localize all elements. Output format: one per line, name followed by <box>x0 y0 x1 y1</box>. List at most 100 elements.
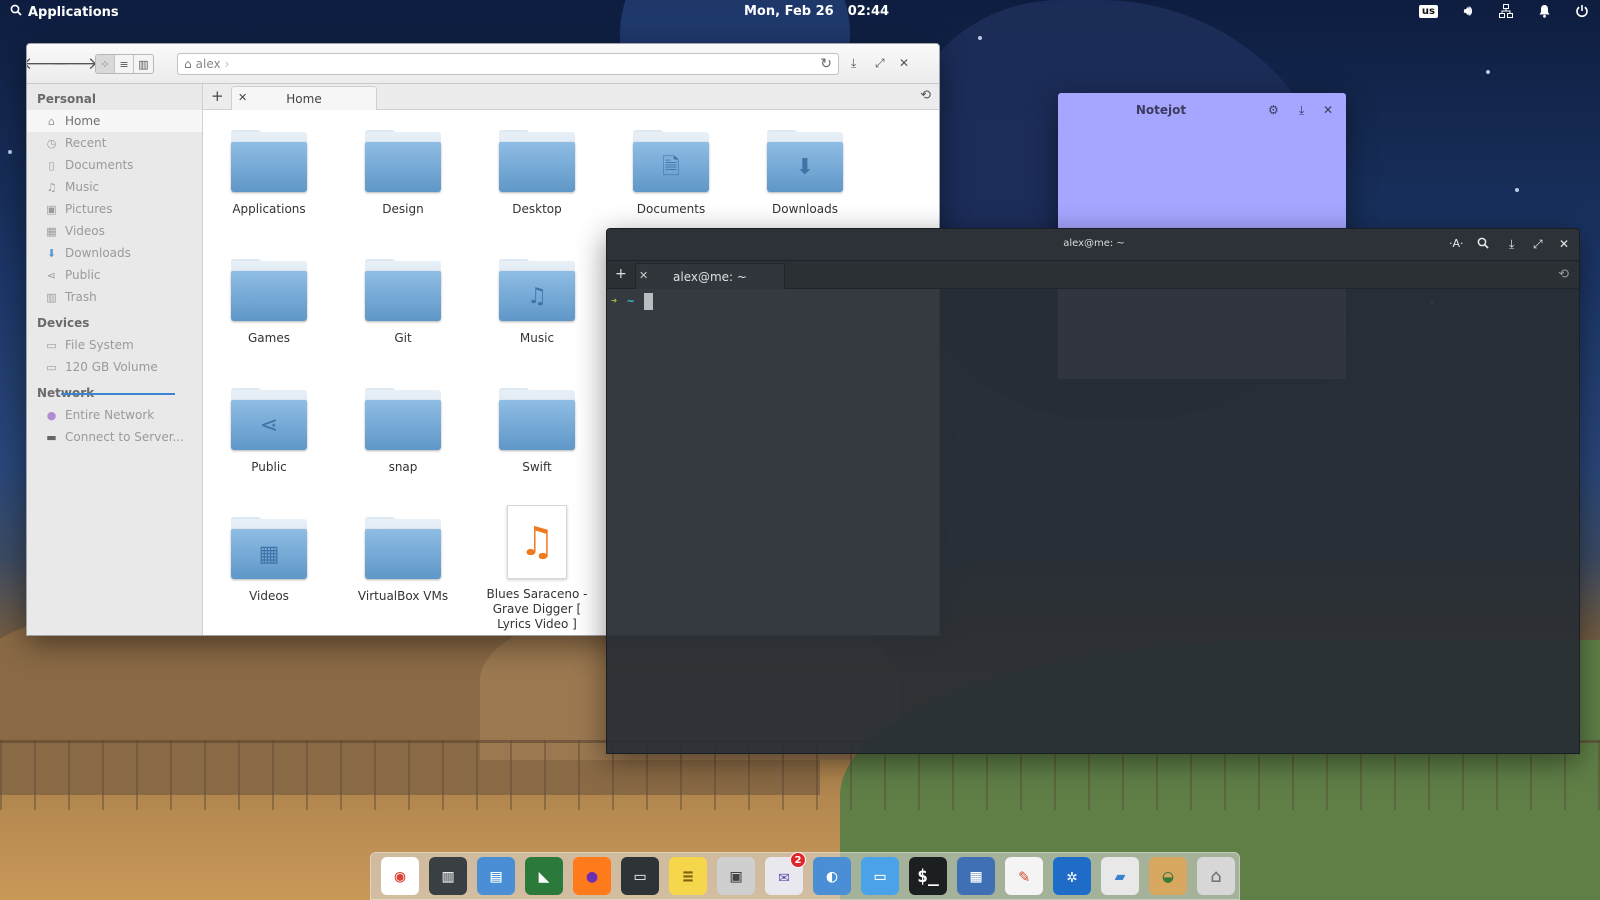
volume-icon[interactable]: 🔊︎ <box>1460 3 1476 19</box>
dock-item-photos[interactable]: ◒ <box>1149 857 1187 895</box>
close-icon[interactable]: ✕ <box>1559 237 1569 251</box>
folder-item[interactable]: ⬇ Downloads <box>745 130 865 217</box>
maximize-icon[interactable]: ⤢ <box>1533 237 1543 252</box>
dock-item-firefox[interactable]: ● <box>573 857 611 895</box>
minimize-icon[interactable]: ⤓ <box>1299 103 1304 118</box>
grid-view-icon[interactable]: ⁘ <box>96 55 115 73</box>
terminal-output[interactable]: ➜ ~ <box>607 289 1579 313</box>
dock-item-screenshot[interactable]: ▭ <box>621 857 659 895</box>
folder-item[interactable]: Games <box>209 259 329 346</box>
location-pathbar[interactable]: ⌂ alex › ↻ <box>177 53 839 75</box>
folder-item[interactable]: Design <box>343 130 463 217</box>
sidebar-item-documents[interactable]: ▯ Documents <box>27 154 202 176</box>
close-tab-icon[interactable]: ✕ <box>238 91 247 104</box>
desktop-icon: ▭ <box>874 865 886 887</box>
dock-item-mail[interactable]: ✉ 2 <box>765 852 806 895</box>
history-icon[interactable]: ⟲ <box>1558 267 1569 282</box>
dock-item-notes[interactable]: ≡ <box>669 857 707 895</box>
sidebar-item-trash[interactable]: ▥ Trash <box>27 286 202 308</box>
folder-item[interactable]: ▦ Videos <box>209 517 329 604</box>
gear-icon[interactable]: ⚙ <box>1268 103 1279 117</box>
file-item[interactable]: ♫ Blues Saraceno - Grave Digger [ Lyrics… <box>477 505 597 632</box>
sidebar-item-music[interactable]: ♫ Music <box>27 176 202 198</box>
maximize-icon[interactable]: ⤢ <box>875 56 885 71</box>
date-label: Mon, Feb 26 <box>744 4 834 19</box>
close-tab-icon[interactable]: ✕ <box>639 269 648 282</box>
search-icon[interactable] <box>1477 237 1489 252</box>
dock-item-home-folder[interactable]: ⌂ <box>1197 857 1235 895</box>
applications-menu[interactable]: Applications <box>10 4 119 20</box>
close-icon[interactable]: ✕ <box>1323 103 1333 117</box>
sidebar-item-pictures[interactable]: ▣ Pictures <box>27 198 202 220</box>
home-icon: ⌂ <box>48 114 55 128</box>
folder-item[interactable]: ⋖ Public <box>209 388 329 475</box>
trash-icon: ▥ <box>46 290 57 304</box>
dock-item-terminal[interactable]: $_ <box>909 857 947 895</box>
tab-terminal[interactable]: ✕ alex@me: ~ <box>635 263 785 289</box>
folder-item[interactable]: Swift <box>477 388 597 475</box>
tab-label: Home <box>286 91 322 106</box>
switchboard-icon: ◐ <box>826 865 838 887</box>
keyboard-layout-indicator[interactable]: us <box>1418 4 1438 18</box>
sidebar-item-entire-network[interactable]: ● Entire Network <box>27 404 202 426</box>
dock-item-file-cabinet[interactable]: ▤ <box>477 857 515 895</box>
sidebar-item-downloads[interactable]: ⬇ Downloads <box>27 242 202 264</box>
file-manager-tabbar: + ✕ Home ⟲ <box>203 84 939 110</box>
folder-item[interactable]: 🗎 Documents <box>611 130 731 217</box>
minimize-icon[interactable]: ⤓ <box>851 56 856 71</box>
close-icon[interactable]: ✕ <box>899 56 909 70</box>
sidebar-item-label: File System <box>65 338 134 352</box>
dock-item-chrome[interactable]: ◉ <box>381 857 419 895</box>
firefox-icon: ● <box>586 865 598 887</box>
folder-item[interactable]: Desktop <box>477 130 597 217</box>
sidebar-item-recent[interactable]: ◷ Recent <box>27 132 202 154</box>
dock-item-file-compare[interactable]: ▥ <box>429 857 467 895</box>
history-icon[interactable]: ⟲ <box>920 88 931 103</box>
text-size-icon[interactable]: ·A· <box>1449 237 1464 250</box>
dock-item-app-center[interactable]: ▰ <box>1101 857 1139 895</box>
item-label: Design <box>382 202 424 216</box>
dock-item-desktop[interactable]: ▭ <box>861 857 899 895</box>
clock-indicator[interactable]: Mon, Feb 26 02:44 <box>744 4 889 19</box>
dock-item-multitasking[interactable]: ▦ <box>957 857 995 895</box>
sidebar-item-file-system[interactable]: ▭ File System <box>27 334 202 356</box>
dock-item-switchboard[interactable]: ◐ <box>813 857 851 895</box>
item-label: Public <box>251 460 287 474</box>
view-mode-switcher: ⁘ ≡ ▥ <box>95 54 154 74</box>
sidebar-item-home[interactable]: ⌂ Home <box>27 110 202 132</box>
terminal-window: alex@me: ~ ·A· ⤓ ⤢ ✕ + ✕ alex@me: ~ ⟲ ➜ … <box>606 228 1580 754</box>
power-icon[interactable] <box>1574 3 1590 19</box>
visual-studio-code-icon: ◣ <box>538 865 550 887</box>
dock-item-visual-studio-code[interactable]: ◣ <box>525 857 563 895</box>
dock: ◉ ▥ ▤ ◣ ● ▭ ≡ ▣ ✉ 2 ◐ ▭ $_ ▦ ✎ ✲ ▰ ◒ ⌂ <box>370 852 1240 900</box>
sidebar-item-videos[interactable]: ▦ Videos <box>27 220 202 242</box>
folder-item[interactable]: snap <box>343 388 463 475</box>
minimize-icon[interactable]: ⤓ <box>1509 237 1514 252</box>
folder-item[interactable]: Git <box>343 259 463 346</box>
folder-item[interactable]: VirtualBox VMs <box>343 517 463 604</box>
dock-item-window-builder[interactable]: ▣ <box>717 857 755 895</box>
new-tab-icon[interactable]: + <box>615 266 627 282</box>
notifications-icon[interactable] <box>1536 3 1552 19</box>
folder-item[interactable]: ♫ Music <box>477 259 597 346</box>
network-icon[interactable] <box>1498 3 1514 19</box>
dock-item-text-editor[interactable]: ✎ <box>1005 857 1043 895</box>
column-view-icon[interactable]: ▥ <box>134 55 153 73</box>
sidebar-item-connect-server[interactable]: ▬ Connect to Server... <box>27 426 202 448</box>
path-segment[interactable]: alex <box>196 57 221 71</box>
folder-icon <box>365 517 441 579</box>
tab-label: alex@me: ~ <box>673 269 747 284</box>
new-tab-icon[interactable]: + <box>211 87 224 105</box>
tab-home[interactable]: ✕ Home <box>231 86 377 110</box>
recent-icon: ◷ <box>46 136 57 150</box>
list-view-icon[interactable]: ≡ <box>115 55 134 73</box>
dock-item-web-browser[interactable]: ✲ <box>1053 857 1091 895</box>
sidebar-item-volume[interactable]: ▭ 120 GB Volume <box>27 356 202 378</box>
chrome-icon: ◉ <box>394 865 406 887</box>
forward-arrow-icon[interactable]: 🡒 <box>52 54 98 74</box>
folder-item[interactable]: Applications <box>209 130 329 217</box>
item-label: Applications <box>232 202 306 216</box>
reload-icon[interactable]: ↻ <box>820 56 832 72</box>
downloads-icon: ⬇ <box>46 246 57 260</box>
sidebar-item-public[interactable]: ⋖ Public <box>27 264 202 286</box>
